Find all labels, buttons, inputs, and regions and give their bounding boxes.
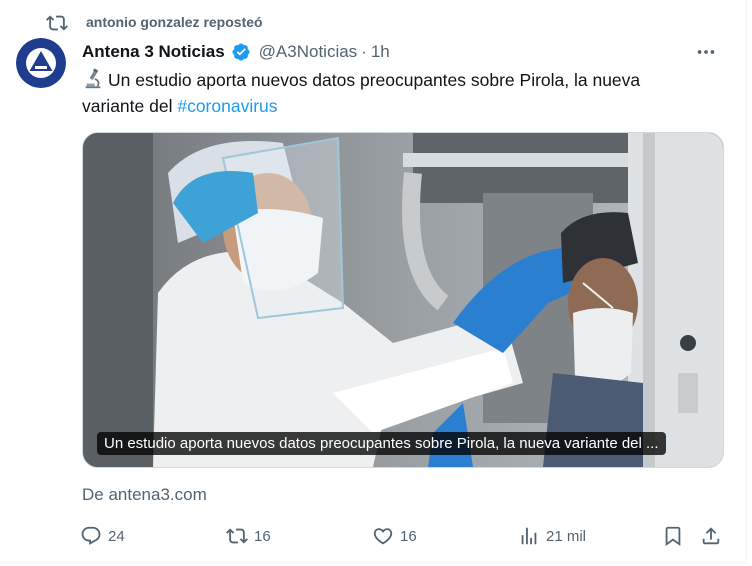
tweet-text: Un estudio aporta nuevos datos preocupan… — [82, 67, 702, 119]
tweet-container[interactable]: antonio gonzalez reposteó Antena 3 Notic… — [0, 0, 747, 563]
like-button[interactable]: 16 — [372, 522, 417, 550]
heart-icon — [373, 528, 393, 545]
repost-button[interactable]: 16 — [226, 522, 271, 550]
antena3-logo-icon — [16, 38, 66, 88]
share-button[interactable] — [700, 522, 722, 550]
link-card-media[interactable]: Un estudio aporta nuevos datos preocupan… — [82, 132, 724, 468]
repost-label[interactable]: antonio gonzalez reposteó — [86, 14, 263, 30]
share-icon — [702, 527, 720, 545]
reply-button[interactable]: 24 — [80, 522, 125, 550]
more-options-button[interactable] — [692, 40, 720, 64]
media-caption: Un estudio aporta nuevos datos preocupan… — [97, 432, 666, 455]
reply-icon — [81, 526, 101, 545]
news-photo — [83, 133, 723, 467]
more-dots-icon — [697, 50, 715, 54]
bookmark-button[interactable] — [662, 522, 684, 550]
repost-count: 16 — [254, 527, 271, 545]
repost-indicator — [46, 10, 68, 36]
microscope-icon — [85, 68, 101, 89]
hashtag-link[interactable]: #coronavirus — [177, 96, 277, 116]
source-link[interactable]: De antena3.com — [82, 485, 207, 505]
author-handle[interactable]: @A3Noticias — [259, 42, 358, 62]
timestamp[interactable]: 1h — [371, 42, 390, 62]
tweet-header: Antena 3 Noticias @A3Noticias · 1h — [82, 40, 390, 64]
action-bar: 24 16 16 21 mil — [80, 522, 728, 550]
repost-icon — [46, 15, 68, 31]
views-button[interactable]: 21 mil — [518, 522, 586, 550]
reply-count: 24 — [108, 527, 125, 545]
separator-dot: · — [361, 42, 367, 61]
bookmark-icon — [665, 526, 681, 547]
views-count: 21 mil — [546, 527, 587, 545]
like-count: 16 — [400, 527, 417, 545]
repost-icon — [226, 528, 248, 544]
tweet-body: Un estudio aporta nuevos datos preocupan… — [82, 70, 641, 116]
avatar[interactable] — [16, 38, 66, 88]
views-chart-icon — [521, 527, 537, 545]
author-name[interactable]: Antena 3 Noticias — [82, 42, 225, 62]
verified-badge-icon[interactable] — [231, 42, 251, 62]
